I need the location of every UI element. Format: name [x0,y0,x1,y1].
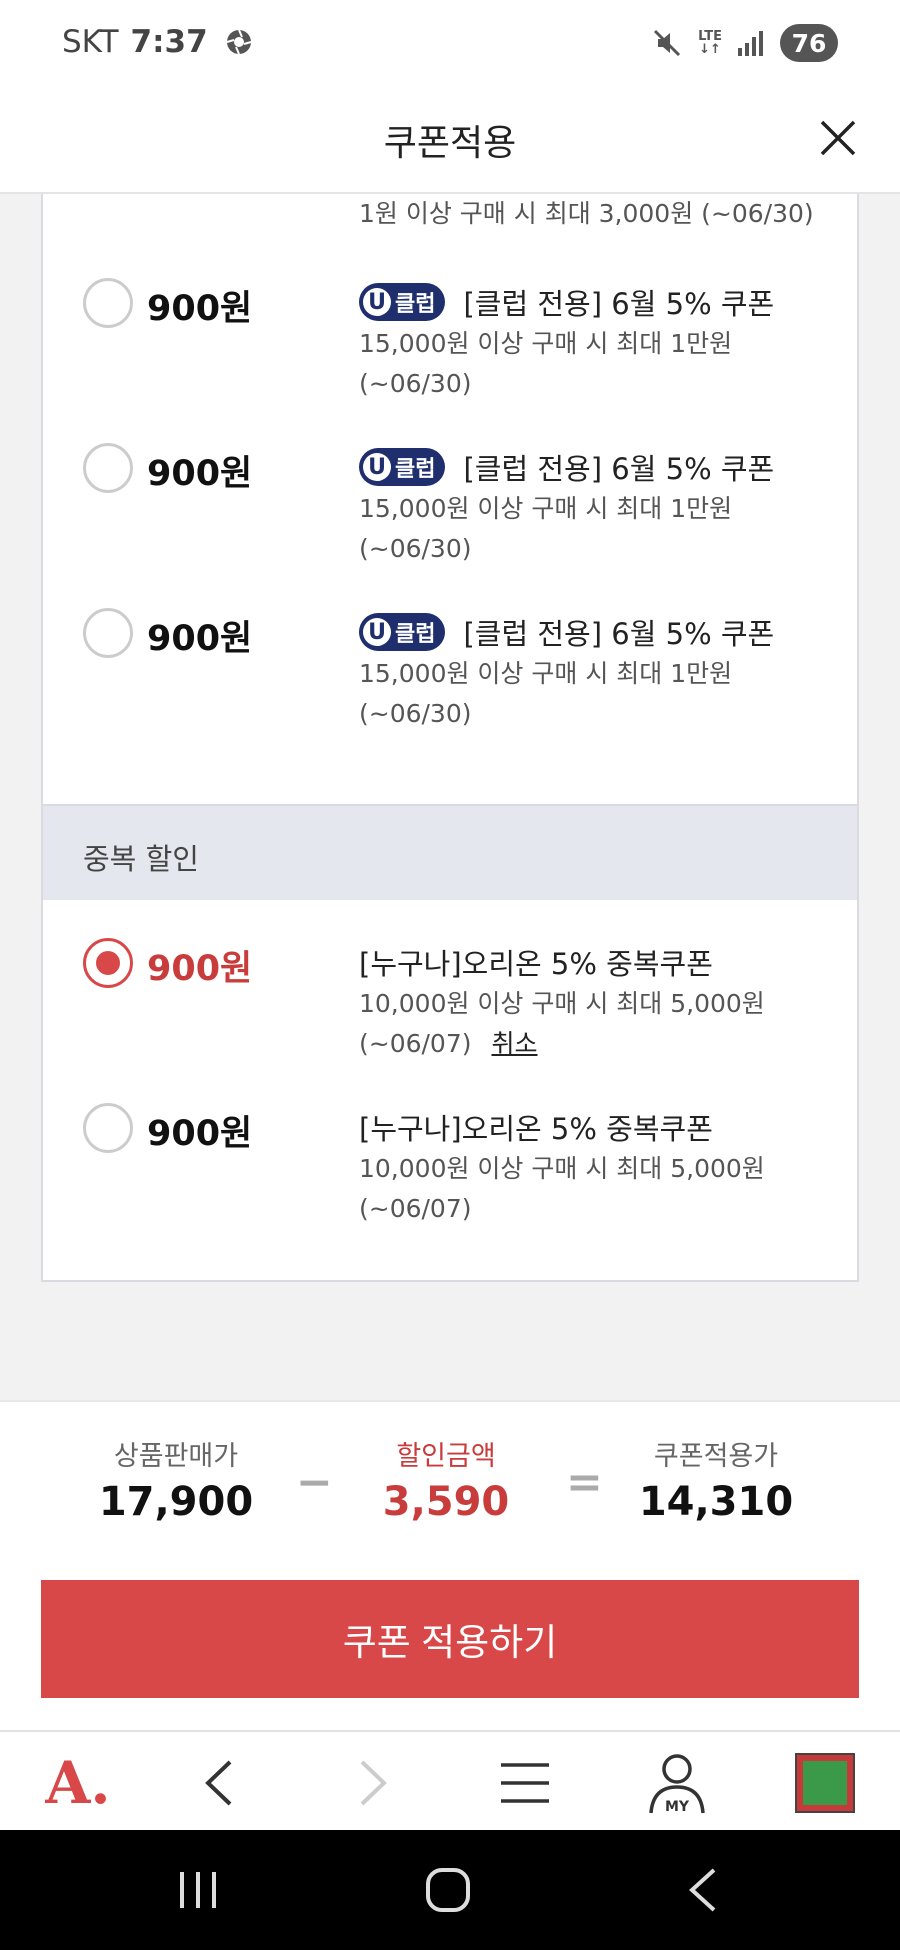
coupon-amount: 900원 [147,619,253,659]
coupon-amount: 900원 [147,289,253,329]
my-icon: MY [649,1754,705,1815]
coupon-header: 쿠폰적용 [0,92,900,194]
status-left: SKT 7:37 [62,24,254,60]
android-nav-bar [0,1830,900,1950]
badge-text: 클럽 [395,457,436,482]
uclub-u-icon: U [363,618,391,646]
recent-product-button[interactable] [792,1748,858,1818]
cancel-link[interactable]: 취소 [492,1029,538,1058]
coupon-info: U 클럽 [클럽 전용] 6월 5% 쿠폰 15,000원 이상 구매 시 최대 … [359,280,839,404]
my-label: MY [665,1799,690,1815]
uclub-u-icon: U [363,288,391,316]
coupon-radio[interactable] [83,608,133,658]
coupon-radio-selected[interactable] [83,938,133,988]
carrier: SKT [62,24,119,60]
status-bar: SKT 7:37 LTE ↓↑ 76 [0,0,900,92]
duplicate-coupon-row[interactable]: 900원 [누구나]오리온 5% 중복쿠폰 10,000원 이상 구매 시 최대… [43,1103,861,1253]
coupon-condition: 15,000원 이상 구매 시 최대 1만원 [359,494,733,523]
status-right: LTE ↓↑ 76 [650,24,838,62]
coupon-expiry: (~06/07) [359,1029,472,1058]
uclub-badge: U 클럽 [359,613,446,651]
browser-bottom-nav: A. MY [0,1730,900,1830]
discount-block: 할인금액 3,590 [336,1434,556,1525]
coupon-info: 1원 이상 구매 시 최대 3,000원 (~06/30) [359,194,839,234]
coupon-expiry: (~06/30) [359,369,472,398]
duplicate-coupon-row[interactable]: 900원 [누구나]오리온 5% 중복쿠폰 10,000원 이상 구매 시 최대… [43,938,861,1088]
close-icon[interactable] [816,116,860,160]
badge-text: 클럽 [395,292,436,317]
coupon-info: U 클럽 [클럽 전용] 6월 5% 쿠폰 15,000원 이상 구매 시 최대 … [359,610,839,734]
home-icon[interactable] [424,1866,472,1914]
back-button[interactable] [190,1748,250,1818]
home-logo[interactable]: A. [38,1748,118,1818]
uclub-badge: U 클럽 [359,448,446,486]
sale-price-label: 상품판매가 [113,1441,239,1472]
coupon-expiry: (~06/30) [359,534,472,563]
coupon-info: [누구나]오리온 5% 중복쿠폰 10,000원 이상 구매 시 최대 5,00… [359,1105,839,1229]
coupon-title-line: U 클럽 [클럽 전용] 6월 5% 쿠폰 [359,610,839,654]
badge-text: 클럽 [395,622,436,647]
clock: 7:37 [130,24,208,60]
coupon-info: U 클럽 [클럽 전용] 6월 5% 쿠폰 15,000원 이상 구매 시 최대 … [359,445,839,569]
coupon-title: [클럽 전용] 6월 5% 쿠폰 [463,617,775,651]
battery-badge: 76 [780,24,838,62]
discount-label: 할인금액 [396,1441,496,1472]
lte-arrows: ↓↑ [699,42,721,57]
coupon-expiry: (~06/07) [359,1194,472,1223]
coupon-row[interactable]: 900원 U 클럽 [클럽 전용] 6월 5% 쿠폰 15,000원 이상 구매 … [43,278,861,428]
equals-sign: = [566,1457,603,1508]
duplicate-discount-header: 중복 할인 [41,804,859,900]
forward-button[interactable] [342,1748,402,1818]
coupon-title: [클럽 전용] 6월 5% 쿠폰 [463,287,775,321]
android-back-icon[interactable] [684,1866,720,1914]
coupon-amount: 900원 [147,949,253,989]
forward-icon [360,1760,387,1806]
coupon-info: [누구나]오리온 5% 중복쿠폰 10,000원 이상 구매 시 최대 5,00… [359,940,839,1064]
coupon-condition: 10,000원 이상 구매 시 최대 5,000원 [359,989,765,1018]
discount-value: 3,590 [382,1479,510,1525]
coupon-expiry-line: (~06/07) 취소 [359,1024,839,1064]
price-summary: 상품판매가 17,900 − 할인금액 3,590 = 쿠폰적용가 14,310… [0,1400,900,1730]
final-price-value: 14,310 [638,1479,794,1525]
coupon-radio[interactable] [83,443,133,493]
my-page-button[interactable]: MY [644,1748,710,1818]
sale-price-value: 17,900 [98,1479,254,1525]
coupon-title: [누구나]오리온 5% 중복쿠폰 [359,947,713,981]
page-title: 쿠폰적용 [383,123,517,164]
coupon-title: [클럽 전용] 6월 5% 쿠폰 [463,452,775,486]
lte-indicator: LTE ↓↑ [698,30,722,56]
coupon-row[interactable]: 900원 U 클럽 [클럽 전용] 6월 5% 쿠폰 15,000원 이상 구매 … [43,608,861,758]
coupon-row[interactable]: 900원 U 클럽 [클럽 전용] 6월 5% 쿠폰 15,000원 이상 구매 … [43,443,861,593]
coupon-expiry: (~06/30) [359,699,472,728]
coupon-condition: 15,000원 이상 구매 시 최대 1만원 [359,659,733,688]
signal-icon [738,31,763,56]
uclub-u-icon: U [363,453,391,481]
coupon-condition: 10,000원 이상 구매 시 최대 5,000원 [359,1154,765,1183]
back-icon [205,1760,232,1806]
apply-coupon-button[interactable]: 쿠폰 적용하기 [41,1580,859,1698]
minus-sign: − [296,1457,333,1508]
coupon-title-line: U 클럽 [클럽 전용] 6월 5% 쿠폰 [359,445,839,489]
coupon-radio[interactable] [83,278,133,328]
coupon-amount: 900원 [147,454,253,494]
coupon-condition: 15,000원 이상 구매 시 최대 1만원 [359,329,733,358]
coupon-list[interactable]: 1원 이상 구매 시 최대 3,000원 (~06/30) 900원 U 클럽 [… [0,194,900,1400]
recent-apps-icon[interactable] [176,1866,220,1914]
coupon-title: [누구나]오리온 5% 중복쿠폰 [359,1112,713,1146]
coupon-title-line: U 클럽 [클럽 전용] 6월 5% 쿠폰 [359,280,839,324]
coupon-radio[interactable] [83,1103,133,1153]
mute-icon [654,29,681,57]
sale-price-block: 상품판매가 17,900 [66,1434,286,1525]
coupon-amount: 900원 [147,1114,253,1154]
final-price-label: 쿠폰적용가 [653,1441,779,1472]
duplicate-coupon-card: 900원 [누구나]오리온 5% 중복쿠폰 10,000원 이상 구매 시 최대… [41,900,859,1282]
section-label: 중복 할인 [83,842,199,876]
uclub-badge: U 클럽 [359,283,446,321]
final-price-block: 쿠폰적용가 14,310 [606,1434,826,1525]
menu-icon [501,1763,549,1803]
coupon-condition: 1원 이상 구매 시 최대 3,000원 (~06/30) [359,199,814,228]
product-thumbnail [795,1753,855,1813]
camera-aperture-icon [226,29,251,55]
menu-button[interactable] [492,1748,558,1818]
